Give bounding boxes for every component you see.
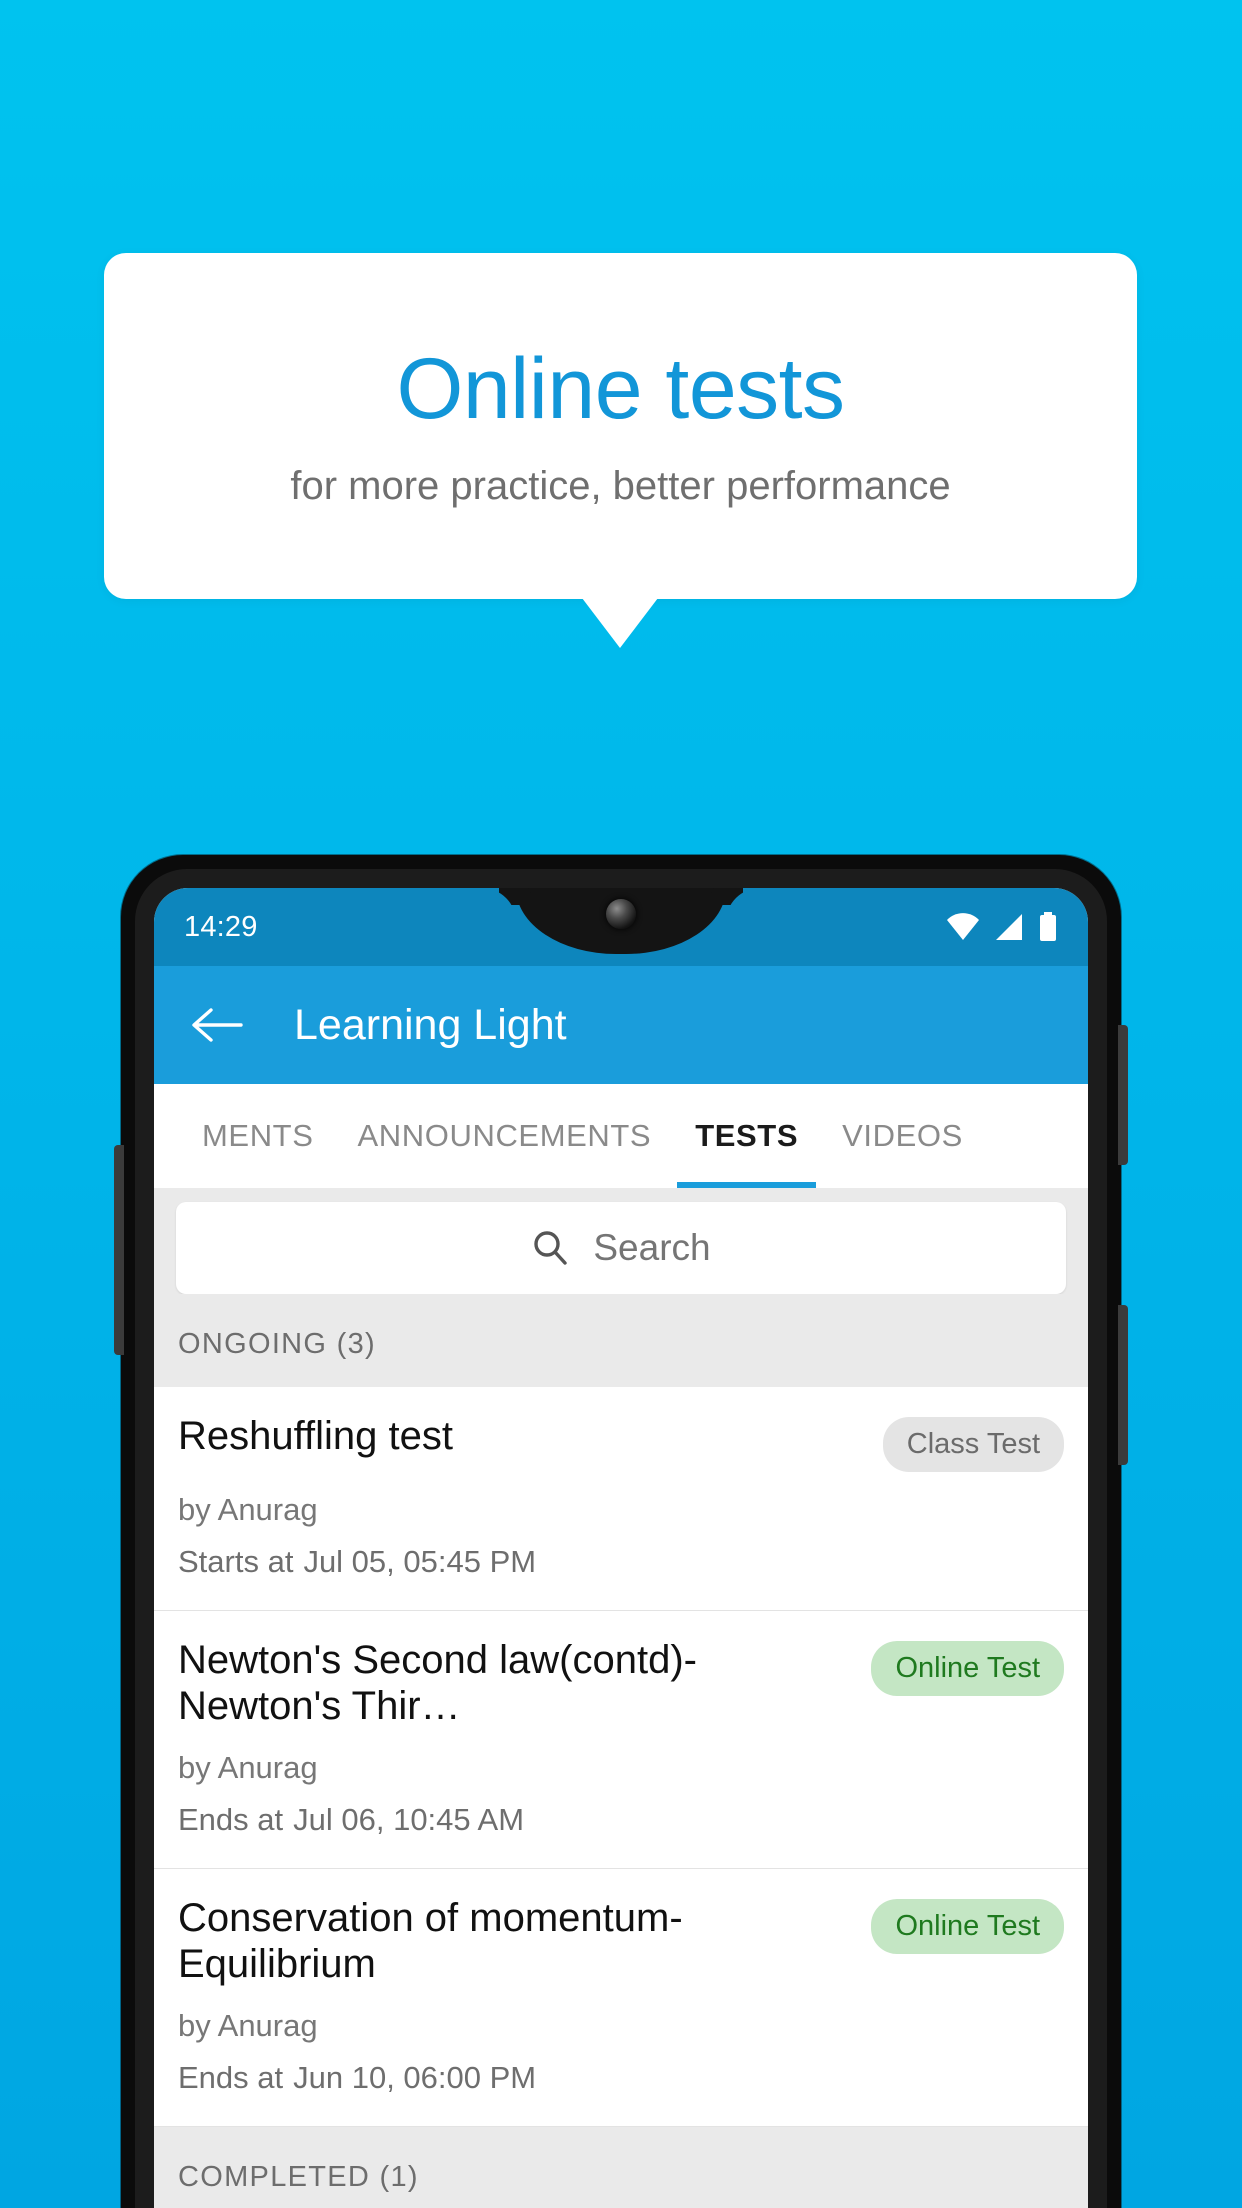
promo-bubble-card: Online tests for more practice, better p…: [104, 253, 1137, 599]
status-bar: 14:29: [154, 888, 1088, 966]
search-icon: [534, 1231, 568, 1265]
battery-icon: [1040, 912, 1056, 941]
app-bar: Learning Light: [154, 966, 1088, 1084]
test-title: Newton's Second law(contd)-Newton's Thir…: [178, 1638, 697, 1729]
volume-button[interactable]: [114, 1145, 124, 1355]
test-author: by Anurag: [178, 1749, 318, 1785]
test-time-label: Ends at: [178, 2059, 284, 2095]
tab-ments[interactable]: MENTS: [180, 1084, 336, 1188]
test-time: Ends at Jul 06, 10:45 AM: [178, 1802, 1064, 1838]
assistant-button[interactable]: [1118, 1305, 1128, 1465]
wifi-icon: [947, 913, 979, 940]
test-time: Ends at Jun 10, 06:00 PM: [178, 2060, 1064, 2096]
tab-videos[interactable]: VIDEOS: [820, 1084, 985, 1188]
table-row[interactable]: Conservation of momentum-Equilibrium Onl…: [154, 1868, 1088, 2127]
phone-screen: 14:29 Learning Light MENTS ANNOUNCEMENTS…: [154, 888, 1088, 2208]
status-icon-group: [946, 912, 1058, 942]
tab-tests[interactable]: TESTS: [673, 1084, 820, 1188]
section-header-ongoing: ONGOING (3): [154, 1294, 1088, 1387]
test-time-label: Ends at: [178, 1801, 284, 1837]
app-bar-title: Learning Light: [294, 1000, 567, 1049]
test-title: Conservation of momentum-Equilibrium: [178, 1895, 683, 1987]
phone-device-mockup: 14:29 Learning Light MENTS ANNOUNCEMENTS…: [114, 855, 1128, 2208]
search-placeholder: Search: [593, 1227, 711, 1268]
search-input[interactable]: Search: [176, 1202, 1066, 1294]
status-clock: 14:29: [184, 910, 258, 943]
status-badge: Online Test: [871, 1898, 1064, 1954]
power-button[interactable]: [1118, 1025, 1128, 1165]
item-top-row: Reshuffling test Class Test: [178, 1413, 1064, 1472]
test-time-label: Starts at: [178, 1544, 294, 1579]
table-row[interactable]: Newton's Second law(contd)-Newton's Thir…: [154, 1611, 1088, 1869]
test-time-value: Jul 06, 10:45 AM: [293, 1801, 525, 1837]
test-time-value: Jun 10, 06:00 PM: [293, 2059, 537, 2095]
promo-bubble-tail: [582, 598, 658, 648]
tab-bar: MENTS ANNOUNCEMENTS TESTS VIDEOS: [154, 1084, 1088, 1188]
back-arrow-icon[interactable]: [190, 998, 244, 1052]
test-title: Reshuffling test: [178, 1414, 453, 1458]
tab-announcements[interactable]: ANNOUNCEMENTS: [336, 1084, 674, 1188]
promo-subtitle: for more practice, better performance: [290, 464, 951, 508]
item-top-row: Conservation of momentum-Equilibrium Onl…: [178, 1895, 1064, 1988]
test-time-value: Jul 05, 05:45 PM: [303, 1544, 537, 1579]
status-badge: Class Test: [882, 1417, 1064, 1472]
table-row[interactable]: Reshuffling test Class Test by Anurag St…: [154, 1387, 1088, 1611]
signal-icon: [996, 914, 1022, 940]
test-time: Starts at Jul 05, 05:45 PM: [178, 1544, 1064, 1580]
promo-title: Online tests: [396, 341, 845, 437]
front-camera-icon: [606, 899, 636, 929]
promo-screenshot-canvas: Online tests for more practice, better p…: [0, 0, 1242, 2208]
search-zone: Search: [154, 1188, 1088, 1294]
test-author: by Anurag: [178, 2007, 318, 2043]
waterdrop-notch: [516, 888, 726, 954]
item-top-row: Newton's Second law(contd)-Newton's Thir…: [178, 1637, 1064, 1730]
status-badge: Online Test: [871, 1641, 1064, 1696]
section-header-completed: COMPLETED (1): [154, 2126, 1088, 2208]
test-author: by Anurag: [178, 1492, 318, 1527]
